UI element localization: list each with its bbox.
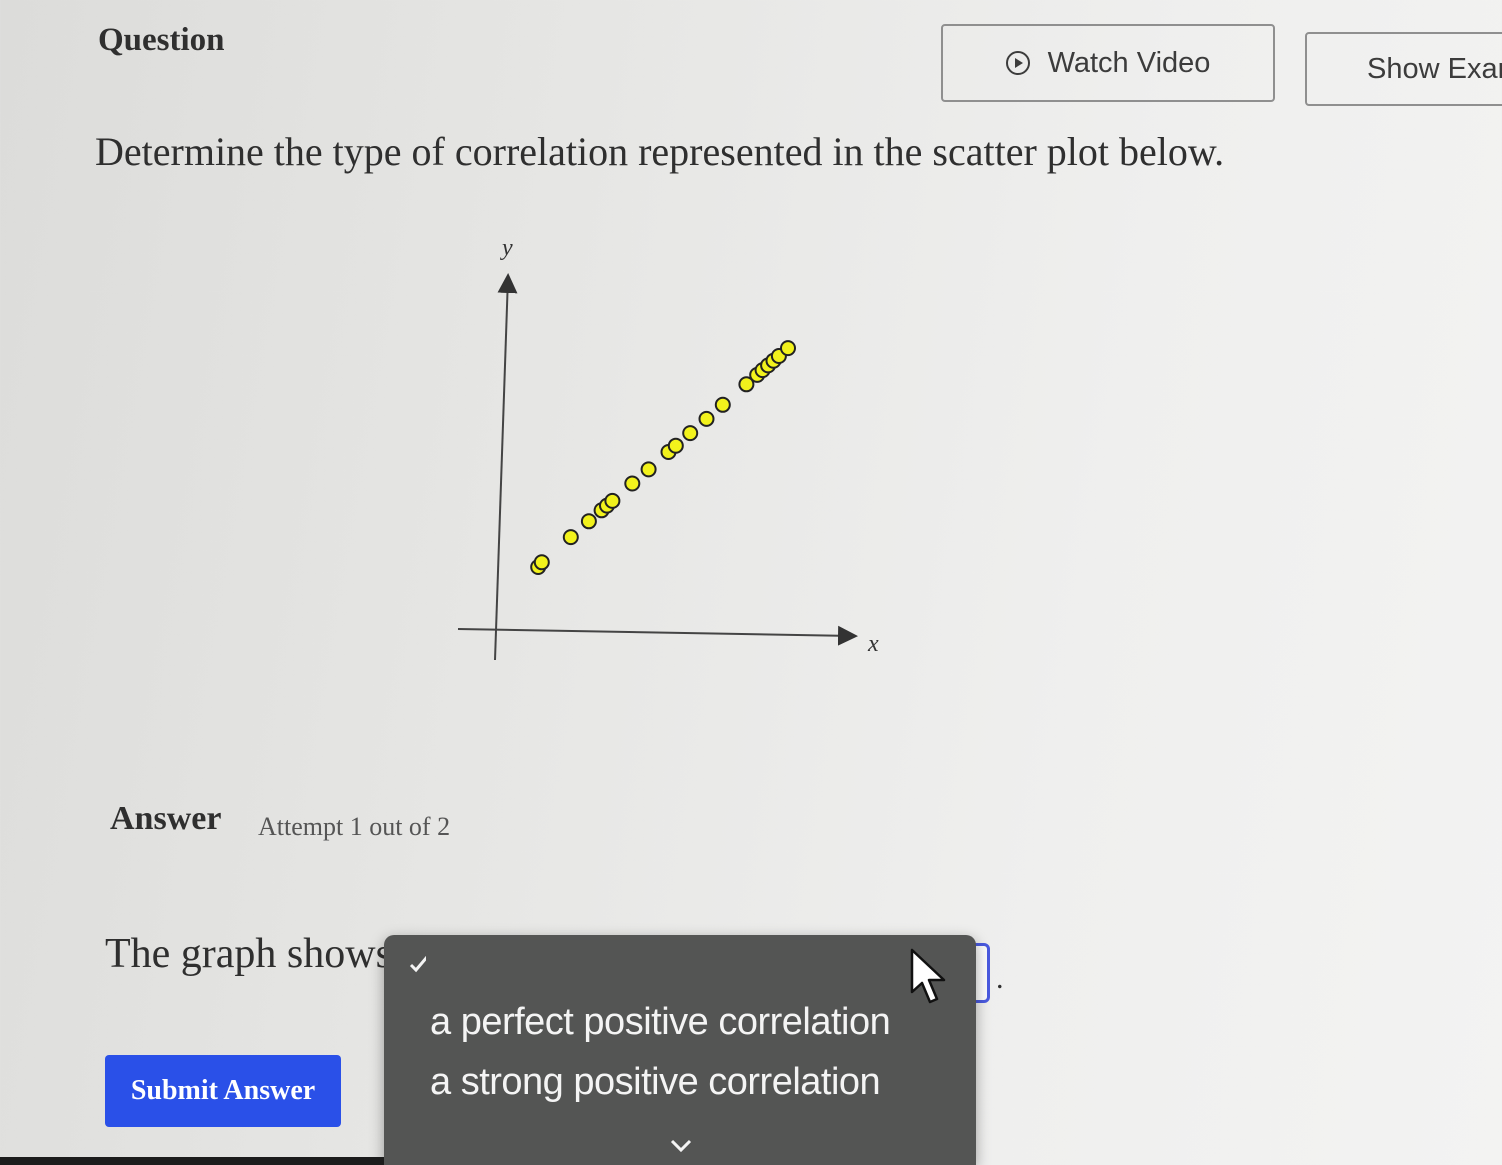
attempt-counter: Attempt 1 out of 2 [258,812,451,841]
scatter-point [533,554,550,571]
scatter-point [682,425,699,442]
scatter-point [640,461,657,478]
y-axis-label: y [500,235,513,261]
dropdown-option[interactable]: a strong positive correlation [430,1061,881,1104]
scatter-point [780,340,796,357]
answer-sentence: The graph shows [105,931,392,977]
dropdown-menu[interactable]: a perfect positive correlation a strong … [384,935,976,1165]
scatter-point [604,492,621,509]
submit-answer-button[interactable]: Submit Answer [105,1055,341,1127]
x-axis-label: x [867,631,879,657]
taskbar-edge [0,1157,384,1165]
dropdown-option[interactable]: a perfect positive correlation [430,1001,891,1044]
question-prompt: Determine the type of correlation repres… [95,129,1225,174]
scatter-plot: y x [457,235,879,661]
watch-video-button[interactable]: Watch Video [941,24,1275,102]
play-icon [1005,51,1030,75]
scatter-point [667,437,684,454]
x-axis [457,625,858,646]
show-example-label: Show Exar [1367,52,1502,85]
watch-video-label: Watch Video [1047,46,1211,79]
scatter-point [624,475,641,492]
scatter-points [530,340,796,575]
show-example-button[interactable]: Show Exar [1305,32,1502,106]
scatter-point [714,396,731,413]
scatter-point [562,529,579,546]
y-axis [494,273,518,661]
cursor-icon [910,948,946,1004]
answer-heading: Answer [110,800,222,837]
question-heading: Question [98,22,225,58]
sentence-period: . [996,962,1004,995]
scatter-point [580,513,597,530]
chevron-down-icon[interactable] [670,1139,692,1153]
checkmark-icon [409,956,426,973]
scatter-point [698,410,715,427]
